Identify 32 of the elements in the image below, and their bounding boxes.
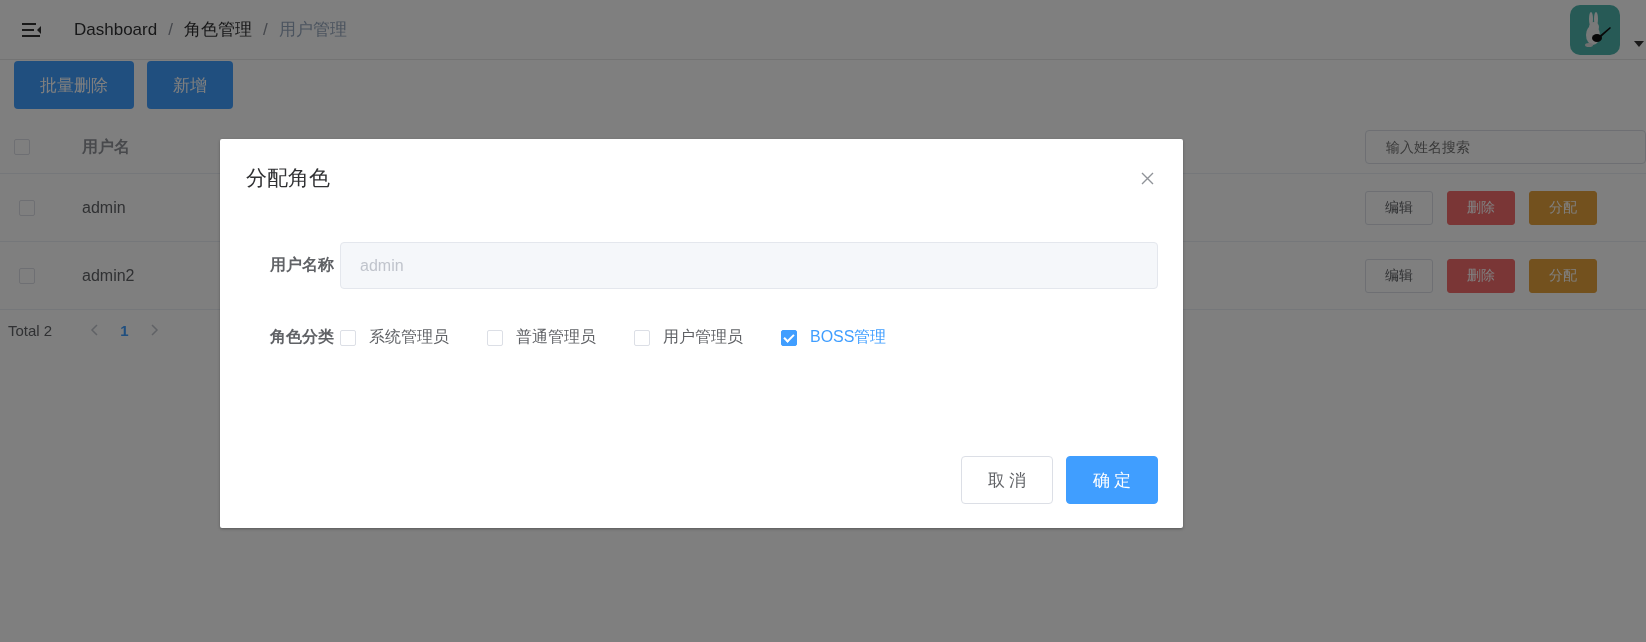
table-cell: admin2 [82,266,135,285]
dialog-title: 分配角色 [246,165,330,191]
checkbox-label[interactable]: 用户管理员 [663,327,743,348]
breadcrumb-separator: / [262,19,268,40]
confirm-button[interactable]: 确 定 [1066,456,1158,504]
breadcrumb-link[interactable]: 角色管理 [183,18,252,41]
assign-button[interactable]: 分配 [1529,190,1597,225]
checkbox-label[interactable]: 普通管理员 [516,327,596,348]
delete-button[interactable]: 删除 [1447,190,1515,225]
breadcrumb-separator: / [168,19,173,40]
search-field[interactable]: 输入姓名搜索 [1365,130,1646,164]
edit-button[interactable]: 编辑 [1365,258,1433,293]
field-label: 角色分类 [269,327,335,347]
chevron-right-icon[interactable] [150,324,159,336]
field-label: 用户名称 [269,255,335,275]
breadcrumb-link[interactable]: Dashboard [74,19,158,40]
edit-button[interactable]: 编辑 [1365,190,1433,225]
total-count: Total 2 [8,321,53,339]
toolbar-button[interactable]: 新增 [147,61,233,109]
checkbox[interactable] [781,329,797,346]
chevron-left-icon[interactable] [90,324,99,336]
page-number[interactable]: 1 [120,321,129,339]
table-cell: admin [82,198,126,217]
toolbar-button[interactable]: 批量删除 [14,61,134,109]
checkbox-label[interactable]: BOSS管理 [810,327,887,348]
caret-icon[interactable] [1634,40,1644,47]
assign-button[interactable]: 分配 [1529,258,1597,293]
checkbox-label[interactable]: 系统管理员 [369,327,449,348]
delete-button[interactable]: 删除 [1447,258,1515,293]
close-icon[interactable] [1141,171,1154,185]
cancel-button[interactable]: 取 消 [961,456,1053,504]
menu-icon[interactable] [22,21,42,38]
